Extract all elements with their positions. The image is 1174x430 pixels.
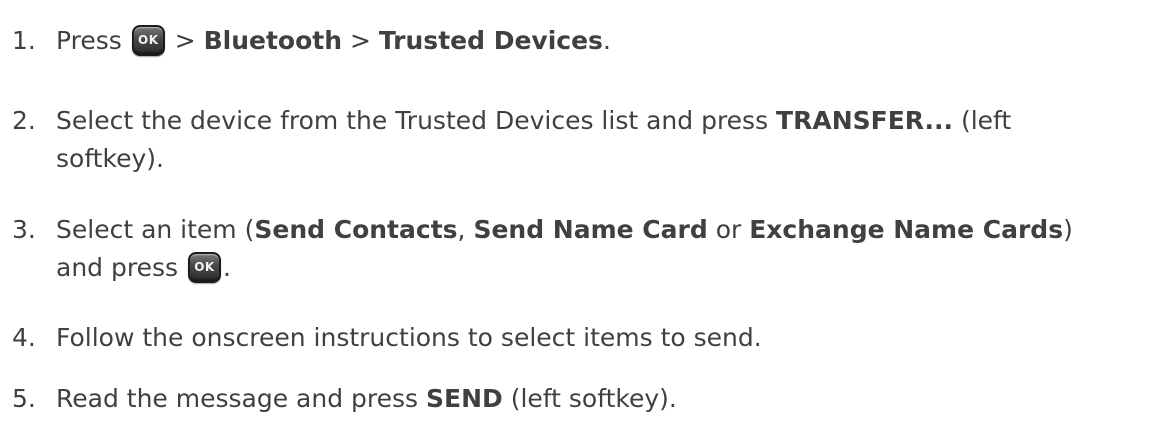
text-fragment: Select an item ( [56, 215, 255, 244]
softkey-send: SEND [426, 384, 503, 413]
ok-key-icon: OK [187, 252, 221, 283]
step-3: 3. Select an item (Send Contacts, Send N… [12, 211, 1174, 287]
ok-key-icon: OK [131, 25, 165, 56]
text-fragment: Select the device from the Trusted Devic… [56, 106, 777, 135]
step-number: 5. [12, 384, 36, 413]
step-number: 2. [12, 106, 36, 135]
menu-bluetooth: Bluetooth [203, 26, 343, 55]
step-text: Select an item (Send Contacts, Send Name… [56, 211, 1174, 287]
text-fragment: and press [56, 253, 186, 282]
ok-key-label: OK [138, 33, 159, 47]
step-text: Follow the onscreen instructions to sele… [56, 319, 1174, 357]
step-number: 3. [12, 215, 36, 244]
text-fragment: ) [1063, 215, 1073, 244]
text-fragment: Press [56, 26, 130, 55]
step-text: Press OK > Bluetooth > Trusted Devices. [56, 22, 1174, 60]
text-fragment: > [166, 26, 204, 55]
menu-trusted-devices: Trusted Devices [378, 26, 603, 55]
step-text: Read the message and press SEND (left so… [56, 380, 1174, 418]
text-fragment: softkey). [56, 144, 164, 173]
text-fragment: , [457, 215, 474, 244]
option-exchange-name-cards: Exchange Name Cards [749, 215, 1064, 244]
option-send-contacts: Send Contacts [254, 215, 458, 244]
step-2: 2. Select the device from the Trusted De… [12, 102, 1174, 178]
step-1: 1. Press OK > Bluetooth > Trusted Device… [12, 22, 1174, 60]
step-text: Select the device from the Trusted Devic… [56, 102, 1174, 178]
text-fragment: > [342, 26, 379, 55]
text-fragment: . [222, 253, 231, 282]
ok-key-label: OK [194, 260, 215, 274]
text-fragment: (left softkey). [502, 384, 677, 413]
text-fragment: Follow the onscreen instructions to sele… [56, 323, 762, 352]
text-fragment: . [602, 26, 611, 55]
option-send-name-card: Send Name Card [473, 215, 708, 244]
text-fragment: (left [953, 106, 1012, 135]
step-4: 4. Follow the onscreen instructions to s… [12, 319, 1174, 357]
step-5: 5. Read the message and press SEND (left… [12, 380, 1174, 418]
step-number: 1. [12, 26, 36, 55]
text-fragment: Read the message and press [56, 384, 426, 413]
step-number: 4. [12, 323, 36, 352]
text-fragment: or [707, 215, 750, 244]
softkey-transfer: TRANSFER... [776, 106, 953, 135]
